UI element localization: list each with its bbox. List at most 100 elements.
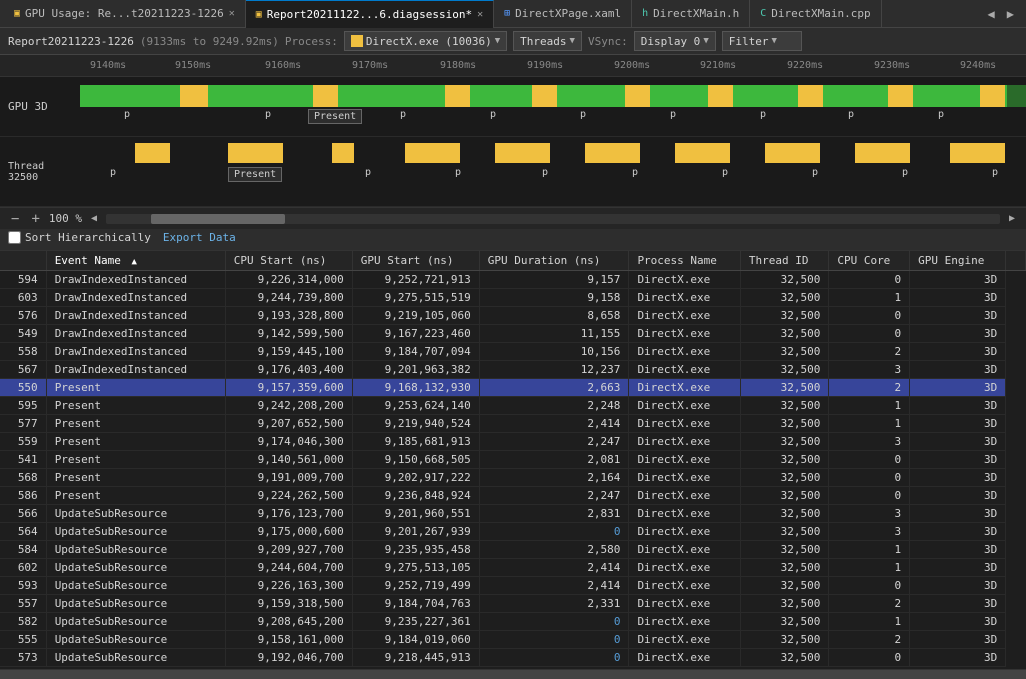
table-row[interactable]: 558 DrawIndexedInstanced 9,159,445,100 9…	[0, 342, 1026, 360]
table-row[interactable]: 582 UpdateSubResource 9,208,645,200 9,23…	[0, 612, 1026, 630]
gpu-marker-3[interactable]	[445, 85, 470, 107]
cell-gpustart: 9,150,668,505	[352, 450, 479, 468]
export-data-link[interactable]: Export Data	[163, 231, 236, 244]
cell-core: 1	[829, 612, 910, 630]
tick-2: 9160ms	[265, 60, 301, 71]
vsync-label: VSync:	[588, 35, 628, 48]
table-row[interactable]: 593 UpdateSubResource 9,226,163,300 9,25…	[0, 576, 1026, 594]
table-row[interactable]: 564 UpdateSubResource 9,175,000,600 9,20…	[0, 522, 1026, 540]
col-header-gpustart[interactable]: GPU Start (ns)	[352, 251, 479, 271]
table-row[interactable]: 549 DrawIndexedInstanced 9,142,599,500 9…	[0, 324, 1026, 342]
cell-core: 0	[829, 576, 910, 594]
gpu-marker-4[interactable]	[532, 85, 557, 107]
cell-gpudur: 0	[479, 630, 629, 648]
cell-cpustart: 9,226,314,000	[225, 270, 352, 288]
timeline-scrollbar[interactable]	[106, 214, 1000, 224]
cell-engine: 3D	[910, 612, 1006, 630]
cell-core: 0	[829, 270, 910, 288]
table-row[interactable]: 576 DrawIndexedInstanced 9,193,328,800 9…	[0, 306, 1026, 324]
threads-dropdown[interactable]: Threads ▼	[513, 31, 582, 51]
table-row[interactable]: 595 Present 9,242,208,200 9,253,624,140 …	[0, 396, 1026, 414]
table-row[interactable]: 566 UpdateSubResource 9,176,123,700 9,20…	[0, 504, 1026, 522]
table-row[interactable]: 602 UpdateSubResource 9,244,604,700 9,27…	[0, 558, 1026, 576]
zoom-out-btn[interactable]: −	[8, 211, 22, 227]
thread-block-8[interactable]	[765, 143, 820, 163]
col-header-core[interactable]: CPU Core	[829, 251, 910, 271]
gpu-marker-9[interactable]	[980, 85, 1005, 107]
table-row[interactable]: 568 Present 9,191,009,700 9,202,917,222 …	[0, 468, 1026, 486]
process-dropdown[interactable]: DirectX.exe (10036) ▼	[344, 31, 507, 51]
gpu-marker-6[interactable]	[708, 85, 733, 107]
sort-hierarchically-label: Sort Hierarchically	[25, 231, 151, 244]
thread-track[interactable]: Present p p p p p p p p p	[80, 137, 1026, 206]
display-dropdown[interactable]: Display 0 ▼	[634, 31, 716, 51]
tab-cpp[interactable]: C DirectXMain.cpp	[750, 0, 881, 28]
cell-proc: DirectX.exe	[629, 504, 740, 522]
table-row[interactable]: 555 UpdateSubResource 9,158,161,000 9,18…	[0, 630, 1026, 648]
cell-thread: 32,500	[740, 270, 828, 288]
cell-core: 0	[829, 450, 910, 468]
cell-event: Present	[46, 378, 225, 396]
table-row[interactable]: 586 Present 9,224,262,500 9,236,848,924 …	[0, 486, 1026, 504]
gpu-marker-1[interactable]	[180, 85, 208, 107]
gpu-track[interactable]: Present p p p p p p p p p p	[80, 77, 1026, 136]
table-row[interactable]: 594 DrawIndexedInstanced 9,226,314,000 9…	[0, 270, 1026, 288]
tab-scroll-right[interactable]: ▶	[1003, 5, 1018, 23]
data-table-container[interactable]: Event Name ▲ CPU Start (ns) GPU Start (n…	[0, 251, 1026, 670]
col-header-event[interactable]: Event Name ▲	[46, 251, 225, 271]
col-header-engine[interactable]: GPU Engine	[910, 251, 1006, 271]
filter-dropdown[interactable]: Filter ▼	[722, 31, 802, 51]
thread-block-3[interactable]	[332, 143, 354, 163]
tick-5: 9190ms	[527, 60, 563, 71]
cell-gpudur: 2,414	[479, 558, 629, 576]
zoom-in-btn[interactable]: +	[28, 211, 42, 227]
cell-num: 602	[0, 558, 46, 576]
thread-block-6[interactable]	[585, 143, 640, 163]
p-thread-7: p	[812, 167, 818, 178]
cell-num: 555	[0, 630, 46, 648]
cell-gpudur: 2,663	[479, 378, 629, 396]
gpu-marker-2[interactable]	[313, 85, 338, 107]
tab-xaml[interactable]: ⊞ DirectXPage.xaml	[494, 0, 632, 28]
tab-diag2[interactable]: ▣ Report20211122...6.diagsession* ✕	[246, 0, 494, 28]
thread-block-4[interactable]	[405, 143, 460, 163]
col-header-gpudur[interactable]: GPU Duration (ns)	[479, 251, 629, 271]
tab-h[interactable]: h DirectXMain.h	[632, 0, 750, 28]
table-row[interactable]: 559 Present 9,174,046,300 9,185,681,913 …	[0, 432, 1026, 450]
table-row[interactable]: 541 Present 9,140,561,000 9,150,668,505 …	[0, 450, 1026, 468]
thread-block-1[interactable]	[135, 143, 170, 163]
thread-block-2[interactable]	[228, 143, 283, 163]
gpu-marker-8[interactable]	[888, 85, 913, 107]
thread-block-9[interactable]	[855, 143, 910, 163]
bottom-scrollbar[interactable]	[0, 669, 1026, 679]
table-row[interactable]: 550 Present 9,157,359,600 9,168,132,930 …	[0, 378, 1026, 396]
tab-diag1[interactable]: ▣ GPU Usage: Re...t20211223-1226 ✕	[4, 0, 246, 28]
gpu-marker-7[interactable]	[798, 85, 823, 107]
close-icon2[interactable]: ✕	[477, 9, 483, 20]
display-arrow: ▼	[703, 36, 708, 46]
col-header-proc[interactable]: Process Name	[629, 251, 740, 271]
tab-scroll-left[interactable]: ◀	[984, 5, 999, 23]
col-header-num[interactable]	[0, 251, 46, 271]
close-icon[interactable]: ✕	[229, 8, 235, 19]
sort-hierarchically-checkbox[interactable]	[8, 231, 21, 244]
cell-gpudur: 11,155	[479, 324, 629, 342]
table-row[interactable]: 557 UpdateSubResource 9,159,318,500 9,18…	[0, 594, 1026, 612]
table-row[interactable]: 567 DrawIndexedInstanced 9,176,403,400 9…	[0, 360, 1026, 378]
col-header-cpustart[interactable]: CPU Start (ns)	[225, 251, 352, 271]
table-row[interactable]: 603 DrawIndexedInstanced 9,244,739,800 9…	[0, 288, 1026, 306]
thread-block-7[interactable]	[675, 143, 730, 163]
table-row[interactable]: 577 Present 9,207,652,500 9,219,940,524 …	[0, 414, 1026, 432]
col-header-thread[interactable]: Thread ID	[740, 251, 828, 271]
pan-left-btn[interactable]: ◀	[88, 213, 100, 224]
cell-gpudur: 2,081	[479, 450, 629, 468]
gpu-marker-5[interactable]	[625, 85, 650, 107]
display-label: Display 0	[641, 35, 701, 48]
table-row[interactable]: 584 UpdateSubResource 9,209,927,700 9,23…	[0, 540, 1026, 558]
cell-num: 550	[0, 378, 46, 396]
pan-right-btn[interactable]: ▶	[1006, 213, 1018, 224]
table-row[interactable]: 573 UpdateSubResource 9,192,046,700 9,21…	[0, 648, 1026, 666]
thread-block-10[interactable]	[950, 143, 1005, 163]
thread-block-5[interactable]	[495, 143, 550, 163]
cell-core: 0	[829, 306, 910, 324]
